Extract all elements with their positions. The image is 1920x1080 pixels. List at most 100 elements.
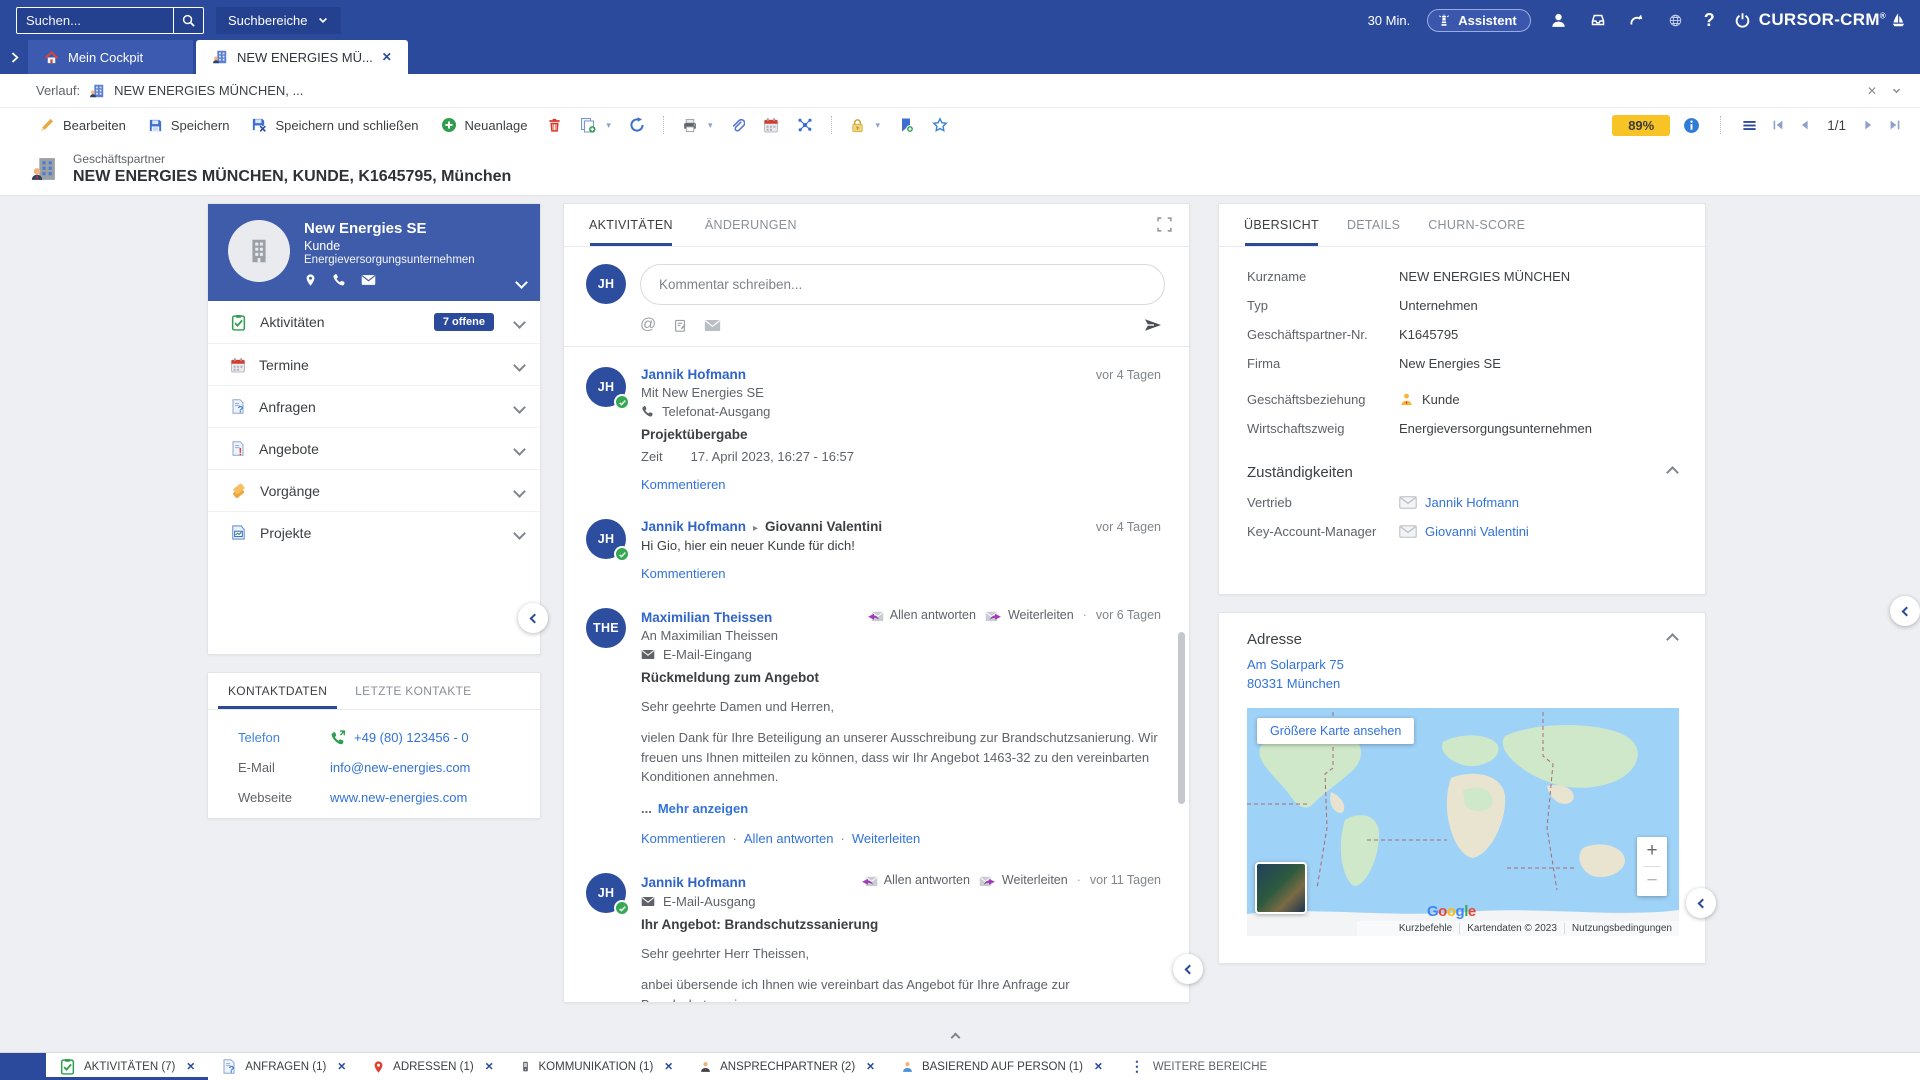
sidebar-item-vorgänge[interactable]: Vorgänge	[208, 469, 540, 511]
address-city[interactable]: 80331 München	[1247, 675, 1677, 694]
chevron-down-icon[interactable]	[507, 483, 524, 499]
search-button[interactable]	[173, 8, 203, 33]
address-street[interactable]: Am Solarpark 75	[1247, 656, 1677, 675]
edit-button[interactable]: Bearbeiten	[30, 111, 135, 139]
quick-action-allen-antworten[interactable]: Allen antworten	[867, 608, 976, 622]
lock-button[interactable]: ▾	[843, 111, 887, 139]
inbox-icon[interactable]	[1587, 9, 1609, 31]
collapse-left-panel-handle[interactable]	[518, 603, 548, 633]
sidebar-item-angebote[interactable]: !Angebote	[208, 427, 540, 469]
sidebar-item-termine[interactable]: Termine	[208, 343, 540, 385]
favorite-button[interactable]	[925, 111, 955, 139]
collapse-map-handle[interactable]	[1686, 888, 1716, 918]
feed-scrollbar[interactable]	[1178, 632, 1185, 804]
pin-icon[interactable]	[304, 273, 317, 287]
next-page-button[interactable]	[1861, 118, 1875, 132]
footer-tab-basierend-auf-person-1[interactable]: BASIEREND AUF PERSON (1)✕	[888, 1053, 1116, 1080]
create-button[interactable]: Neuanlage	[432, 111, 537, 139]
more-areas-button[interactable]: ⋮ WEITERE BEREICHE	[1116, 1053, 1281, 1080]
search-input[interactable]	[17, 8, 173, 33]
chevron-down-icon[interactable]	[507, 525, 524, 541]
sidebar-item-anfragen[interactable]: ?Anfragen	[208, 385, 540, 427]
delete-button[interactable]	[540, 111, 569, 139]
close-tab-icon[interactable]: ✕	[485, 1061, 494, 1073]
caret-down-icon[interactable]	[1891, 85, 1902, 96]
close-tab-icon[interactable]: ✕	[664, 1061, 673, 1073]
save-close-button[interactable]: Speichern und schließen	[242, 111, 427, 139]
print-button[interactable]: ▾	[675, 111, 720, 139]
expand-icon[interactable]	[1156, 216, 1173, 233]
relations-button[interactable]	[790, 111, 820, 139]
tab-kontaktdaten[interactable]: KONTAKTDATEN	[214, 673, 341, 709]
tab-aktivitäten[interactable]: AKTIVITÄTEN	[586, 204, 676, 246]
contact-value[interactable]: +49 (80) 123456 - 0	[330, 730, 469, 745]
history-entry[interactable]: NEW ENERGIES MÜNCHEN, ...	[114, 83, 303, 98]
close-tab-icon[interactable]: ✕	[1094, 1061, 1103, 1073]
collapse-activity-panel-handle[interactable]	[1173, 954, 1203, 984]
satellite-thumbnail[interactable]	[1255, 862, 1307, 914]
footer-tab-anfragen-1[interactable]: ?ANFRAGEN (1)✕	[208, 1053, 359, 1080]
mail-icon[interactable]	[704, 319, 721, 332]
sidebar-item-aktivitäten[interactable]: Aktivitäten7 offene	[208, 301, 540, 343]
sidebar-expander[interactable]	[0, 40, 28, 74]
refresh-button[interactable]	[622, 111, 652, 139]
author-link[interactable]: Maximilian Theissen	[641, 610, 772, 625]
tab-mein-cockpit[interactable]: Mein Cockpit	[28, 40, 193, 74]
copy-button[interactable]: ▾	[573, 111, 618, 139]
map[interactable]: Größere Karte ansehen + − Google Kurzbef…	[1247, 708, 1679, 936]
help-button[interactable]: ?	[1704, 10, 1715, 31]
tab-details[interactable]: DETAILS	[1344, 204, 1403, 246]
collapse-profile-icon[interactable]	[517, 274, 526, 292]
note-icon[interactable]	[673, 318, 687, 333]
action-link-kommentieren[interactable]: Kommentieren	[641, 566, 726, 581]
quick-action-weiterleiten[interactable]: Weiterleiten	[979, 873, 1068, 887]
tab-änderungen[interactable]: ÄNDERUNGEN	[702, 204, 800, 246]
contact-value[interactable]: info@new-energies.com	[330, 760, 470, 775]
save-button[interactable]: Speichern	[139, 111, 239, 139]
last-page-button[interactable]	[1888, 118, 1902, 132]
sidebar-item-projekte[interactable]: Projekte	[208, 511, 540, 553]
collapse-section-icon[interactable]	[1666, 466, 1679, 479]
mention-icon[interactable]: @	[640, 316, 656, 334]
scroll-up-icon[interactable]	[952, 1028, 959, 1046]
info-icon[interactable]	[1683, 117, 1700, 134]
author-link[interactable]: Jannik Hofmann	[641, 875, 746, 890]
user-icon[interactable]	[1548, 9, 1570, 31]
search-scopes-button[interactable]: Suchbereiche	[216, 7, 341, 34]
collapse-section-icon[interactable]	[1666, 633, 1679, 646]
google-logo[interactable]: Google	[1427, 903, 1476, 920]
chevron-down-icon[interactable]	[507, 314, 524, 330]
chevron-down-icon[interactable]	[507, 399, 524, 415]
larger-map-button[interactable]: Größere Karte ansehen	[1257, 718, 1414, 744]
tab-letzte-kontakte[interactable]: LETZTE KONTAKTE	[341, 673, 485, 709]
action-link-weiterleiten[interactable]: Weiterleiten	[852, 831, 920, 846]
prev-page-button[interactable]	[1798, 118, 1812, 132]
footer-tab-ansprechpartner-2[interactable]: ANSPRECHPARTNER (2)✕	[686, 1053, 888, 1080]
close-tab-icon[interactable]: ✕	[186, 1061, 195, 1073]
chevron-down-icon[interactable]	[507, 441, 524, 457]
author-link[interactable]: Jannik Hofmann	[641, 519, 746, 534]
action-link-allen-antworten[interactable]: Allen antworten	[744, 831, 834, 846]
footer-tab-aktivitäten-7[interactable]: AKTIVITÄTEN (7)✕	[46, 1053, 208, 1080]
phone-icon[interactable]	[332, 273, 346, 287]
attach-button[interactable]	[723, 111, 752, 139]
show-more-link[interactable]: Mehr anzeigen	[658, 801, 748, 816]
chevron-down-icon[interactable]	[507, 357, 524, 373]
tab-churn-score[interactable]: CHURN-SCORE	[1425, 204, 1528, 246]
footer-tab-adressen-1[interactable]: ADRESSEN (1)✕	[359, 1053, 506, 1080]
menu-icon[interactable]	[1741, 118, 1758, 133]
completeness-badge[interactable]: 89%	[1612, 115, 1670, 136]
close-tab-icon[interactable]: ✕	[382, 50, 392, 64]
mail-icon[interactable]	[361, 273, 376, 287]
recipient-name[interactable]: Giovanni Valentini	[765, 519, 882, 534]
bookmark-add-button[interactable]	[891, 111, 921, 139]
close-icon[interactable]: ✕	[1867, 84, 1877, 98]
send-icon[interactable]	[1143, 317, 1163, 333]
redo-icon[interactable]	[1626, 9, 1648, 31]
power-icon[interactable]	[1732, 9, 1754, 31]
close-tab-icon[interactable]: ✕	[866, 1061, 875, 1073]
zoom-out-button[interactable]: −	[1637, 867, 1667, 896]
contact-value[interactable]: www.new-energies.com	[330, 790, 467, 805]
tab-new-energies[interactable]: NEW ENERGIES MÜ... ✕	[196, 40, 408, 74]
action-link-kommentieren[interactable]: Kommentieren	[641, 831, 726, 846]
